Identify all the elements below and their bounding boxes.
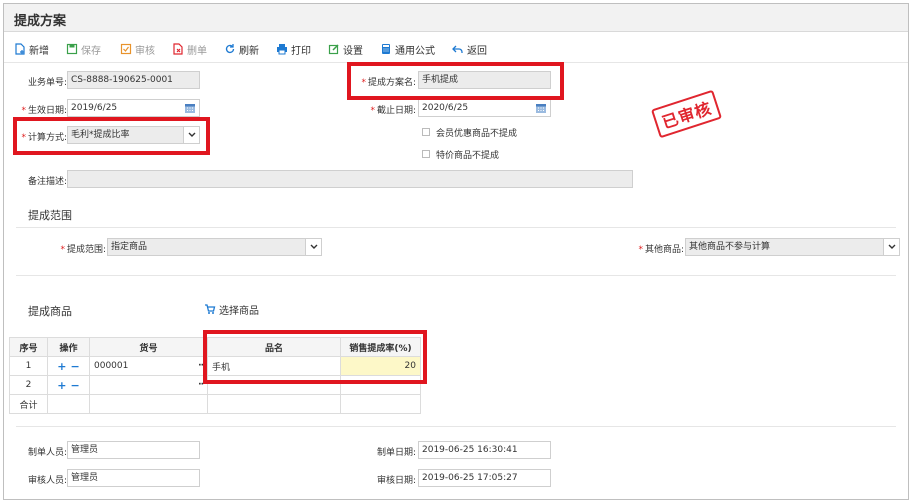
back-button[interactable]: 返回: [452, 41, 487, 57]
refresh-icon: [225, 44, 235, 54]
calendar-icon[interactable]: [535, 102, 547, 114]
total-empty-cell: [47, 394, 90, 414]
other-goods-value: 其他商品不参与计算: [689, 242, 771, 252]
auditor-label: 审核人员:: [27, 476, 67, 486]
audit-check-icon: [120, 43, 132, 55]
special-price-checkbox[interactable]: [422, 150, 430, 158]
col-no-header: 序号: [9, 337, 48, 357]
row-code: 000001: [94, 361, 129, 371]
calculator-icon: [382, 44, 390, 54]
required-mark: *: [370, 106, 375, 116]
audit-button[interactable]: 审核: [120, 41, 155, 57]
print-button[interactable]: 打印: [276, 41, 311, 57]
divider: [16, 227, 896, 228]
highlight-goods-rate: [203, 330, 427, 384]
divider: [16, 275, 896, 276]
back-arrow-icon: [452, 45, 463, 53]
printer-icon: [277, 44, 287, 55]
other-goods-label: * 其他商品:: [624, 242, 684, 255]
total-empty-cell: [207, 394, 341, 414]
row-code-cell[interactable]: ··: [89, 375, 208, 395]
audited-stamp: 已审核: [650, 89, 723, 139]
new-button[interactable]: 新增: [14, 41, 49, 57]
divider: [16, 426, 896, 427]
end-date-field[interactable]: 2020/6/25: [418, 99, 551, 117]
end-date-label-text: 截止日期:: [376, 106, 416, 116]
audit-date-field: 2019-06-25 17:05:27: [418, 469, 551, 487]
row-no: 2: [9, 375, 48, 395]
start-date-field[interactable]: 2019/6/25: [67, 99, 200, 117]
remove-row-icon[interactable]: −: [71, 360, 80, 373]
edit-settings-icon: [328, 44, 339, 55]
chevron-down-icon: [310, 244, 318, 249]
row-code-cell[interactable]: 000001 ··: [89, 356, 208, 376]
new-doc-icon: [15, 43, 25, 55]
chevron-down-icon: [888, 244, 896, 249]
required-mark: *: [60, 245, 65, 255]
maker-label: 制单人员:: [27, 448, 67, 458]
start-date-label: * 生效日期:: [9, 103, 67, 116]
delete-doc-icon: [173, 43, 183, 55]
scope-range-label: * 提成范围:: [44, 242, 106, 255]
cart-icon: [205, 304, 216, 314]
row-actions: + −: [47, 356, 90, 376]
add-row-icon[interactable]: +: [57, 379, 66, 392]
col-action-header: 操作: [47, 337, 90, 357]
dropdown-arrow: [883, 239, 899, 255]
highlight-calc-method: [13, 117, 210, 155]
order-no-label: 业务单号:: [27, 78, 67, 88]
scope-range-label-text: 提成范围:: [66, 245, 106, 255]
other-goods-select[interactable]: 其他商品不参与计算: [685, 238, 900, 256]
remark-label: 备注描述:: [27, 177, 67, 187]
scope-range-value: 指定商品: [111, 242, 148, 252]
required-mark: *: [21, 106, 26, 116]
title-bar: 提成方案: [4, 4, 908, 32]
row-no: 1: [9, 356, 48, 376]
col-code-header: 货号: [89, 337, 208, 357]
add-row-icon[interactable]: +: [57, 360, 66, 373]
member-discount-checkbox[interactable]: [422, 128, 430, 136]
delete-button[interactable]: 删单: [172, 41, 207, 57]
other-goods-label-text: 其他商品:: [644, 245, 684, 255]
save-icon: [66, 43, 78, 55]
save-button[interactable]: 保存: [66, 41, 101, 57]
settings-button[interactable]: 设置: [328, 41, 363, 57]
select-goods-button[interactable]: 选择商品: [204, 301, 259, 317]
window-title: 提成方案: [14, 14, 67, 29]
maker-field: 管理员: [67, 441, 200, 459]
table-total-row: 合计: [9, 394, 421, 414]
remark-field[interactable]: [67, 170, 633, 188]
toolbar: 新增 保存 审核 删单 刷新 打印 设置 通用公式 返回: [4, 33, 908, 63]
total-empty-cell: [340, 394, 421, 414]
row-actions: + −: [47, 375, 90, 395]
total-label: 合计: [9, 394, 48, 414]
special-price-label: 特价商品不提成: [436, 151, 500, 161]
formula-button[interactable]: 通用公式: [380, 41, 435, 57]
total-empty-cell: [89, 394, 208, 414]
scope-title: 提成范围: [28, 209, 72, 222]
order-no-field[interactable]: CS-8888-190625-0001: [67, 71, 200, 89]
make-date-field: 2019-06-25 16:30:41: [418, 441, 551, 459]
make-date-label: 制单日期:: [376, 448, 416, 458]
goods-title: 提成商品: [28, 305, 72, 318]
scope-range-select[interactable]: 指定商品: [107, 238, 322, 256]
dropdown-arrow: [305, 239, 321, 255]
refresh-button[interactable]: 刷新: [224, 41, 259, 57]
plan-window: 提成方案 新增 保存 审核 删单 刷新 打印 设置 通用公式 返回 业务单号: …: [3, 3, 909, 500]
auditor-field: 管理员: [67, 469, 200, 487]
highlight-plan-name: [347, 62, 564, 100]
required-mark: *: [638, 245, 643, 255]
calendar-icon[interactable]: [184, 102, 196, 114]
member-discount-label: 会员优惠商品不提成: [436, 129, 518, 139]
start-date-label-text: 生效日期:: [27, 106, 67, 116]
end-date-label: * 截止日期:: [344, 103, 416, 116]
audit-date-label: 审核日期:: [376, 476, 416, 486]
remove-row-icon[interactable]: −: [71, 379, 80, 392]
